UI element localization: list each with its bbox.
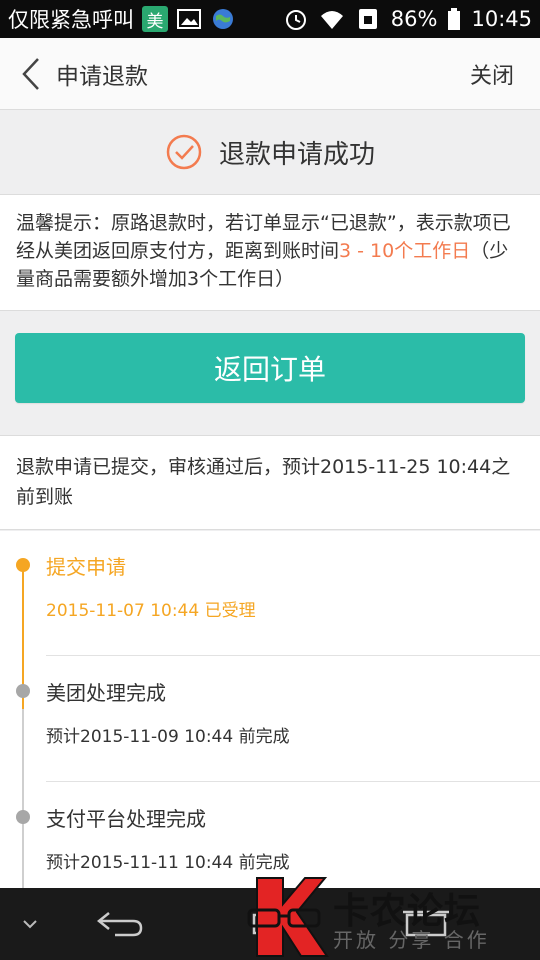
chevron-left-icon [22,57,39,90]
battery-icon [448,8,461,30]
nav-recents-button[interactable] [390,888,460,960]
battery-percent: 86% [390,7,438,31]
timeline-step-detail: 2015-11-07 10:44 已受理 [46,601,256,621]
hide-nav-button[interactable] [8,888,52,960]
refund-info: 退款申请已提交，审核通过后，预计2015-11-25 10:44之前到账 [0,436,540,530]
nav-home-button[interactable] [232,888,292,960]
page-title: 申请退款 [56,63,148,90]
chevron-down-icon [23,920,37,929]
alarm-icon [285,10,306,30]
timeline-line [22,709,24,891]
check-circle-icon [166,134,202,170]
gallery-icon [177,9,201,29]
globe-icon [213,9,233,29]
carrier-text: 仅限紧急呼叫 [8,8,134,32]
timeline-step: 美团处理完成 预计2015-11-09 10:44 前完成 [46,677,540,747]
close-button[interactable]: 关闭 [470,58,514,90]
wifi-icon [320,11,343,29]
tip-highlight-duration: 3 - 10个工作日 [339,240,471,262]
timeline-step-title: 支付平台处理完成 [46,807,206,831]
home-icon [252,913,278,935]
back-button[interactable] [0,38,42,109]
return-arrow-icon [96,912,143,937]
timeline-dot [16,810,30,824]
timeline-dot-active [16,558,30,572]
timeline-step-title: 美团处理完成 [46,681,166,705]
success-message: 退款申请成功 [218,139,375,170]
recents-icon [403,910,449,937]
timeline-divider [46,781,540,782]
timeline-step-title: 提交申请 [46,555,126,579]
status-bar: 仅限紧急呼叫 美 86% 10:45 [0,0,540,38]
refund-tip: 温馨提示：原路退款时，若订单显示“已退款”，表示款项已经从美团返回原支付方，距离… [0,195,540,311]
sim-icon [358,9,377,29]
return-order-button[interactable]: 返回订单 [15,333,525,403]
timeline-step: 提交申请 2015-11-07 10:44 已受理 [46,551,540,621]
nav-back-button[interactable] [85,888,155,960]
refund-timeline: 提交申请 2015-11-07 10:44 已受理 美团处理完成 预计2015-… [0,531,540,891]
system-nav-bar [0,888,540,960]
clock: 10:45 [471,7,532,31]
button-area: 返回订单 [0,312,540,436]
timeline-dot [16,684,30,698]
timeline-step-detail: 预计2015-11-11 10:44 前完成 [46,853,290,873]
timeline-divider [46,655,540,656]
timeline-step: 支付平台处理完成 预计2015-11-11 10:44 前完成 [46,803,540,873]
app-header: 申请退款 关闭 [0,38,540,110]
meituan-notification-icon: 美 [142,6,168,32]
success-banner: 退款申请成功 [0,110,540,195]
refund-info-text: 退款申请已提交，审核通过后，预计2015-11-25 10:44之前到账 [16,456,511,508]
timeline-step-detail: 预计2015-11-09 10:44 前完成 [46,727,290,747]
